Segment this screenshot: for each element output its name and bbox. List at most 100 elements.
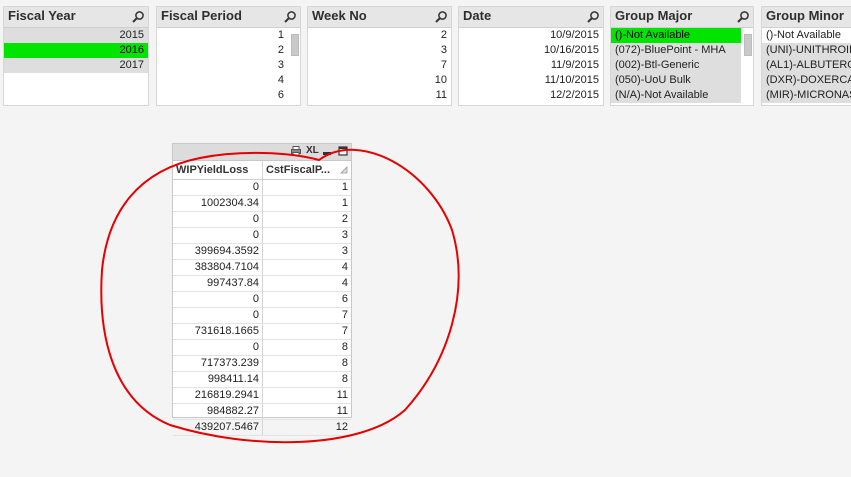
listbox-caption[interactable]: Group Major — [611, 7, 753, 28]
listbox-item[interactable]: 7 — [157, 103, 300, 105]
cell-cstfiscalperiod[interactable]: 2 — [263, 212, 351, 227]
table-row[interactable]: 997437.84 4 — [173, 276, 351, 292]
cell-cstfiscalperiod[interactable]: 8 — [263, 340, 351, 355]
cell-wipyieldloss[interactable]: 439207.5467 — [173, 420, 263, 435]
table-row[interactable]: 03 — [173, 228, 351, 244]
listbox-item[interactable]: ()-Not Available — [762, 28, 851, 43]
search-icon[interactable] — [131, 10, 145, 24]
listbox-item[interactable]: 2015 — [4, 28, 148, 43]
table-row[interactable]: 998411.14 8 — [173, 372, 351, 388]
cell-wipyieldloss[interactable]: 731618.1665 — [173, 324, 263, 339]
listbox-item[interactable]: 10 — [308, 73, 451, 88]
cell-wipyieldloss[interactable]: 0 — [173, 228, 263, 243]
cell-cstfiscalperiod[interactable]: 1 — [263, 180, 351, 195]
listbox-item[interactable]: 7 — [308, 58, 451, 73]
table-row[interactable]: 216819.2941 11 — [173, 388, 351, 404]
maximize-icon[interactable] — [338, 146, 348, 156]
table-row[interactable]: 07 — [173, 308, 351, 324]
search-icon[interactable] — [434, 10, 448, 24]
listbox-item[interactable]: 2 — [308, 28, 451, 43]
table-row[interactable]: 731618.1665 7 — [173, 324, 351, 340]
search-icon[interactable] — [586, 10, 600, 24]
cell-cstfiscalperiod[interactable]: 7 — [263, 324, 351, 339]
search-icon[interactable] — [736, 10, 750, 24]
cell-cstfiscalperiod[interactable]: 6 — [263, 292, 351, 307]
listbox-item[interactable]: 1 — [157, 28, 300, 43]
cell-wipyieldloss[interactable]: 0 — [173, 340, 263, 355]
table-row[interactable]: 08 — [173, 340, 351, 356]
cell-wipyieldloss[interactable]: 997437.84 — [173, 276, 263, 291]
listbox-caption[interactable]: Week No — [308, 7, 451, 28]
table-row[interactable]: 399694.3592 3 — [173, 244, 351, 260]
listbox-item[interactable]: (DXR)-DOXERCALC — [762, 73, 851, 88]
listbox-item[interactable]: 6 — [157, 88, 300, 103]
listbox-caption[interactable]: Fiscal Period — [157, 7, 300, 28]
cell-wipyieldloss[interactable]: 0 — [173, 180, 263, 195]
listbox-item[interactable]: 4 — [157, 73, 300, 88]
listbox-item[interactable]: ()-Not Available — [611, 28, 741, 43]
cell-cstfiscalperiod[interactable]: 3 — [263, 244, 351, 259]
listbox-item[interactable]: 11 — [308, 88, 451, 103]
listbox-item[interactable]: (UNI)-UNITHROID — [762, 43, 851, 58]
cell-wipyieldloss[interactable]: 998411.14 — [173, 372, 263, 387]
listbox-date[interactable]: Date 10/9/2015 10/16/2015 11/9/2015 11/10/20… — [458, 6, 604, 106]
listbox-item[interactable]: 11/10/2015 — [459, 73, 603, 88]
table-row[interactable]: 01 — [173, 180, 351, 196]
listbox-item[interactable]: (002)-Btl-Generic — [611, 58, 741, 73]
listbox-scrollbar[interactable] — [744, 30, 752, 102]
cell-wipyieldloss[interactable]: 0 — [173, 292, 263, 307]
listbox-item[interactable]: (N/A)-Not Available — [611, 88, 741, 103]
search-icon[interactable] — [283, 10, 297, 24]
column-header-cstfiscalperiod[interactable]: CstFiscalP... — [263, 161, 351, 179]
listbox-item[interactable]: 12/2/2015 — [459, 88, 603, 103]
cell-wipyieldloss[interactable]: 216819.2941 — [173, 388, 263, 403]
listbox-item[interactable]: 12/7/2015 — [459, 103, 603, 105]
straight-table[interactable]: XL WIPYieldLoss CstFiscalP... 0 1 1002304.… — [172, 143, 352, 436]
listbox-caption[interactable]: Fiscal Year — [4, 7, 148, 28]
cell-cstfiscalperiod[interactable]: 12 — [263, 420, 351, 435]
listbox-item[interactable]: 10/9/2015 — [459, 28, 603, 43]
cell-cstfiscalperiod[interactable]: 8 — [263, 356, 351, 371]
cell-cstfiscalperiod[interactable]: 4 — [263, 260, 351, 275]
listbox-item[interactable]: (MIR)-MICRONASE — [762, 88, 851, 103]
table-caption-bar[interactable]: XL — [173, 144, 351, 161]
listbox-item[interactable]: 3 — [157, 58, 300, 73]
listbox-item[interactable]: 11/9/2015 — [459, 58, 603, 73]
listbox-caption[interactable]: Date — [459, 7, 603, 28]
xl-icon[interactable]: XL — [306, 145, 319, 156]
column-header-wipyieldloss[interactable]: WIPYieldLoss — [173, 161, 263, 179]
cell-wipyieldloss[interactable]: 717373.239 — [173, 356, 263, 371]
cell-wipyieldloss[interactable]: 383804.7104 — [173, 260, 263, 275]
listbox-item[interactable]: 2017 — [4, 58, 148, 73]
listbox-caption[interactable]: Group Minor — [762, 7, 851, 28]
listbox-group-major[interactable]: Group Major ()-Not Available (072)-BluePoi… — [610, 6, 754, 106]
table-row[interactable]: 1002304.34 1 — [173, 196, 351, 212]
scrollbar-thumb[interactable] — [744, 34, 752, 56]
cell-wipyieldloss[interactable]: 984882.27 — [173, 404, 263, 419]
cell-wipyieldloss[interactable]: 399694.3592 — [173, 244, 263, 259]
listbox-fiscal-period[interactable]: Fiscal Period 123467 — [156, 6, 301, 106]
print-icon[interactable] — [291, 146, 301, 156]
listbox-item[interactable]: (AL1)-ALBUTEROL — [762, 58, 851, 73]
listbox-item[interactable]: 3 — [308, 43, 451, 58]
listbox-item[interactable]: 10/16/2015 — [459, 43, 603, 58]
cell-wipyieldloss[interactable]: 1002304.34 — [173, 196, 263, 211]
cell-wipyieldloss[interactable]: 0 — [173, 308, 263, 323]
sort-arrow-icon[interactable] — [340, 166, 348, 174]
cell-cstfiscalperiod[interactable]: 11 — [263, 404, 351, 419]
cell-cstfiscalperiod[interactable]: 1 — [263, 196, 351, 211]
listbox-group-minor[interactable]: Group Minor ()-Not Available (UNI)-UNITHRO… — [761, 6, 851, 106]
listbox-scrollbar[interactable] — [291, 30, 299, 102]
listbox-item[interactable]: 2016 — [4, 43, 148, 58]
listbox-item[interactable]: 12 — [308, 103, 451, 105]
cell-cstfiscalperiod[interactable]: 7 — [263, 308, 351, 323]
listbox-item[interactable]: 2 — [157, 43, 300, 58]
minimize-icon[interactable] — [322, 146, 332, 156]
listbox-item[interactable]: (050)-UoU Bulk — [611, 73, 741, 88]
cell-cstfiscalperiod[interactable]: 3 — [263, 228, 351, 243]
table-row[interactable]: 717373.239 8 — [173, 356, 351, 372]
table-row[interactable]: 439207.5467 12 — [173, 420, 351, 436]
cell-cstfiscalperiod[interactable]: 4 — [263, 276, 351, 291]
cell-cstfiscalperiod[interactable]: 8 — [263, 372, 351, 387]
table-row[interactable]: 984882.27 11 — [173, 404, 351, 420]
